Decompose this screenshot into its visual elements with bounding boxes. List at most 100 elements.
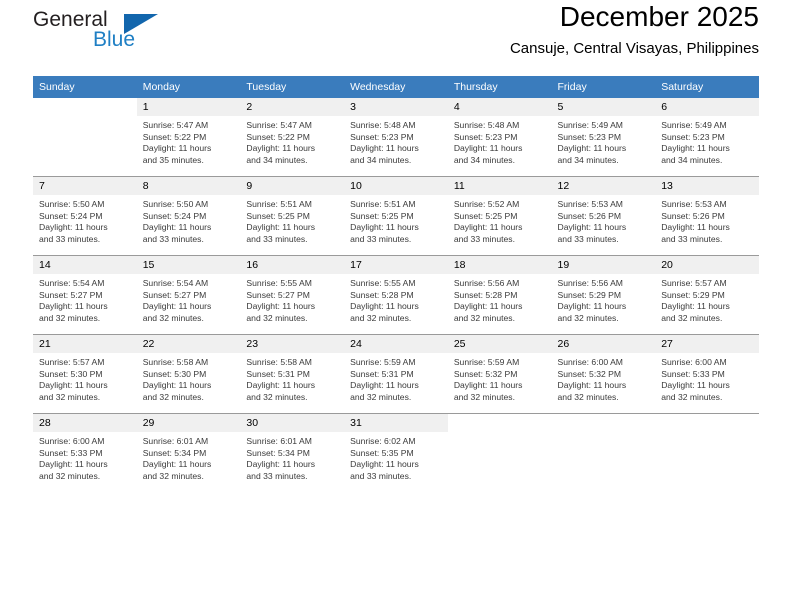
daylight-text-line2: and 32 minutes.	[142, 312, 204, 323]
calendar-day-cell[interactable]: 9 Sunrise: 5:51 AM Sunset: 5:25 PM Daylight…	[240, 176, 345, 256]
calendar-day-cell[interactable]: 1 Sunrise: 5:47 AM Sunset: 5:22 PM Daylight…	[136, 98, 241, 177]
day-number	[655, 414, 759, 432]
sunset-text: Sunset: 5:27 PM	[142, 289, 207, 300]
calendar-day-cell[interactable]: 16 Sunrise: 5:55 AM Sunset: 5:27 PM Dayligh…	[240, 255, 345, 335]
sunrise-text: Sunrise: 5:58 AM	[246, 357, 312, 367]
daylight-text-line1: Daylight: 11 hours	[350, 301, 419, 312]
calendar-day-cell[interactable]: 22 Sunrise: 5:58 AM Sunset: 5:30 PM Dayligh…	[136, 334, 241, 414]
calendar-day-cell[interactable]: 13 Sunrise: 5:53 AM Sunset: 5:26 PM Dayligh…	[655, 176, 759, 256]
calendar-day-cell[interactable]: 6 Sunrise: 5:49 AM Sunset: 5:23 PM Daylight…	[655, 98, 759, 177]
daylight-text-line2: and 32 minutes.	[453, 312, 515, 323]
day-number: 18	[447, 256, 552, 274]
daylight-text-line2: and 32 minutes.	[39, 312, 101, 323]
calendar-day-cell[interactable]: 17 Sunrise: 5:55 AM Sunset: 5:28 PM Dayligh…	[344, 255, 448, 335]
weekday-header-friday: Friday	[551, 76, 656, 98]
calendar-day-cell[interactable]: 29 Sunrise: 6:01 AM Sunset: 5:34 PM Dayligh…	[136, 413, 241, 492]
calendar-day-cell[interactable]: 2 Sunrise: 5:47 AM Sunset: 5:22 PM Daylight…	[240, 98, 345, 177]
day-details: Sunrise: 5:48 AM Sunset: 5:23 PM Daylight:…	[344, 116, 448, 166]
daylight-text-line2: and 32 minutes.	[142, 391, 204, 402]
sunrise-text: Sunrise: 5:48 AM	[453, 120, 520, 130]
calendar-day-cell[interactable]: 3 Sunrise: 5:48 AM Sunset: 5:23 PM Daylight…	[344, 98, 448, 177]
sunset-text: Sunset: 5:32 PM	[557, 368, 622, 379]
sunrise-text: Sunrise: 5:47 AM	[246, 120, 312, 130]
day-details: Sunrise: 5:50 AM Sunset: 5:24 PM Daylight:…	[137, 195, 241, 245]
sunset-text: Sunset: 5:27 PM	[39, 289, 103, 300]
calendar-day-cell[interactable]: 20 Sunrise: 5:57 AM Sunset: 5:29 PM Dayligh…	[655, 255, 759, 335]
calendar-day-cell[interactable]: 28 Sunrise: 6:00 AM Sunset: 5:33 PM Dayligh…	[33, 413, 137, 492]
calendar-day-cell[interactable]: 24 Sunrise: 5:59 AM Sunset: 5:31 PM Dayligh…	[344, 334, 448, 414]
daylight-text-line2: and 34 minutes.	[557, 154, 619, 165]
calendar-day-cell[interactable]: 7 Sunrise: 5:50 AM Sunset: 5:24 PM Daylight…	[33, 176, 137, 256]
calendar-day-cell[interactable]: 18 Sunrise: 5:56 AM Sunset: 5:28 PM Dayligh…	[447, 255, 552, 335]
sunrise-text: Sunrise: 5:57 AM	[39, 357, 105, 367]
day-number: 26	[551, 335, 656, 353]
day-number: 12	[551, 177, 656, 195]
daylight-text-line2: and 32 minutes.	[142, 470, 204, 481]
day-details: Sunrise: 5:58 AM Sunset: 5:30 PM Daylight:…	[137, 353, 241, 403]
calendar-day-cell[interactable]: 8 Sunrise: 5:50 AM Sunset: 5:24 PM Daylight…	[136, 176, 241, 256]
sunset-text: Sunset: 5:24 PM	[39, 210, 103, 221]
calendar-header-row: Sunday Monday Tuesday Wednesday Thursday…	[33, 76, 759, 98]
calendar-day-cell[interactable]: 21 Sunrise: 5:57 AM Sunset: 5:30 PM Dayligh…	[33, 334, 137, 414]
daylight-text-line2: and 34 minutes.	[350, 154, 412, 165]
sunrise-text: Sunrise: 5:50 AM	[142, 199, 209, 209]
daylight-text-line1: Daylight: 11 hours	[350, 143, 419, 154]
sunrise-text: Sunrise: 5:52 AM	[453, 199, 520, 209]
location-subtitle: Cansuje, Central Visayas, Philippines	[509, 40, 759, 57]
title-block: December 2025 Cansuje, Central Visayas, …	[510, 0, 759, 60]
daylight-text-line2: and 32 minutes.	[557, 391, 619, 402]
daylight-text-line1: Daylight: 11 hours	[557, 301, 627, 312]
sunrise-text: Sunrise: 5:54 AM	[142, 278, 209, 288]
calendar-day-cell[interactable]: 5 Sunrise: 5:49 AM Sunset: 5:23 PM Daylight…	[551, 98, 656, 177]
calendar-day-cell[interactable]: 23 Sunrise: 5:58 AM Sunset: 5:31 PM Dayligh…	[240, 334, 345, 414]
sunset-text: Sunset: 5:23 PM	[661, 131, 725, 142]
calendar-day-cell[interactable]: 25 Sunrise: 5:59 AM Sunset: 5:32 PM Dayligh…	[447, 334, 552, 414]
calendar-day-cell[interactable]: 30 Sunrise: 6:01 AM Sunset: 5:34 PM Dayligh…	[240, 413, 345, 492]
calendar-day-cell[interactable]: 14 Sunrise: 5:54 AM Sunset: 5:27 PM Dayligh…	[33, 255, 137, 335]
calendar-cell-empty	[447, 413, 552, 492]
day-details: Sunrise: 5:51 AM Sunset: 5:25 PM Daylight:…	[344, 195, 448, 245]
day-details: Sunrise: 6:00 AM Sunset: 5:33 PM Daylight:…	[655, 353, 759, 403]
calendar-day-cell[interactable]: 26 Sunrise: 6:00 AM Sunset: 5:32 PM Dayligh…	[551, 334, 656, 414]
sunset-text: Sunset: 5:22 PM	[142, 131, 207, 142]
page-header: General Blue December 2025 Cansuje, Cent…	[33, 0, 759, 76]
sunrise-text: Sunrise: 5:55 AM	[350, 278, 416, 288]
sunrise-text: Sunrise: 5:49 AM	[661, 120, 727, 130]
calendar-day-cell[interactable]: 27 Sunrise: 6:00 AM Sunset: 5:33 PM Dayligh…	[655, 334, 759, 414]
day-details: Sunrise: 6:01 AM Sunset: 5:34 PM Daylight:…	[137, 432, 241, 482]
sunrise-text: Sunrise: 6:01 AM	[142, 436, 209, 446]
day-details: Sunrise: 5:57 AM Sunset: 5:29 PM Daylight:…	[655, 274, 759, 324]
sunrise-text: Sunrise: 5:48 AM	[350, 120, 416, 130]
weekday-header-tuesday: Tuesday	[240, 76, 345, 98]
daylight-text-line2: and 33 minutes.	[246, 233, 308, 244]
daylight-text-line1: Daylight: 11 hours	[453, 380, 523, 391]
daylight-text-line1: Daylight: 11 hours	[661, 222, 730, 233]
daylight-text-line2: and 32 minutes.	[39, 470, 101, 481]
sunset-text: Sunset: 5:33 PM	[661, 368, 725, 379]
day-details: Sunrise: 5:56 AM Sunset: 5:29 PM Daylight:…	[552, 274, 656, 324]
calendar-page: General Blue December 2025 Cansuje, Cent…	[0, 0, 792, 612]
calendar-day-cell[interactable]: 19 Sunrise: 5:56 AM Sunset: 5:29 PM Dayligh…	[551, 255, 656, 335]
calendar-cell-empty	[655, 413, 759, 492]
calendar-day-cell[interactable]: 12 Sunrise: 5:53 AM Sunset: 5:26 PM Dayligh…	[551, 176, 656, 256]
sunrise-text: Sunrise: 5:49 AM	[557, 120, 623, 130]
calendar-day-cell[interactable]: 31 Sunrise: 6:02 AM Sunset: 5:35 PM Dayligh…	[344, 413, 448, 492]
calendar-day-cell[interactable]: 15 Sunrise: 5:54 AM Sunset: 5:27 PM Dayligh…	[136, 255, 241, 335]
day-number: 8	[136, 177, 241, 195]
calendar-day-cell[interactable]: 10 Sunrise: 5:51 AM Sunset: 5:25 PM Dayligh…	[344, 176, 448, 256]
daylight-text-line2: and 32 minutes.	[246, 391, 308, 402]
calendar-day-cell[interactable]: 11 Sunrise: 5:52 AM Sunset: 5:25 PM Dayligh…	[447, 176, 552, 256]
sunset-text: Sunset: 5:22 PM	[246, 131, 310, 142]
sunset-text: Sunset: 5:26 PM	[661, 210, 725, 221]
sunrise-text: Sunrise: 5:56 AM	[557, 278, 623, 288]
sunset-text: Sunset: 5:31 PM	[350, 368, 414, 379]
calendar-day-cell[interactable]: 4 Sunrise: 5:48 AM Sunset: 5:23 PM Daylight…	[447, 98, 552, 177]
day-details: Sunrise: 5:47 AM Sunset: 5:22 PM Daylight:…	[137, 116, 241, 166]
daylight-text-line2: and 34 minutes.	[453, 154, 515, 165]
day-number: 9	[240, 177, 345, 195]
day-number: 29	[136, 414, 241, 432]
sunset-text: Sunset: 5:30 PM	[39, 368, 103, 379]
general-blue-logo[interactable]: General Blue	[33, 8, 183, 64]
daylight-text-line1: Daylight: 11 hours	[39, 222, 108, 233]
daylight-text-line2: and 32 minutes.	[661, 391, 723, 402]
